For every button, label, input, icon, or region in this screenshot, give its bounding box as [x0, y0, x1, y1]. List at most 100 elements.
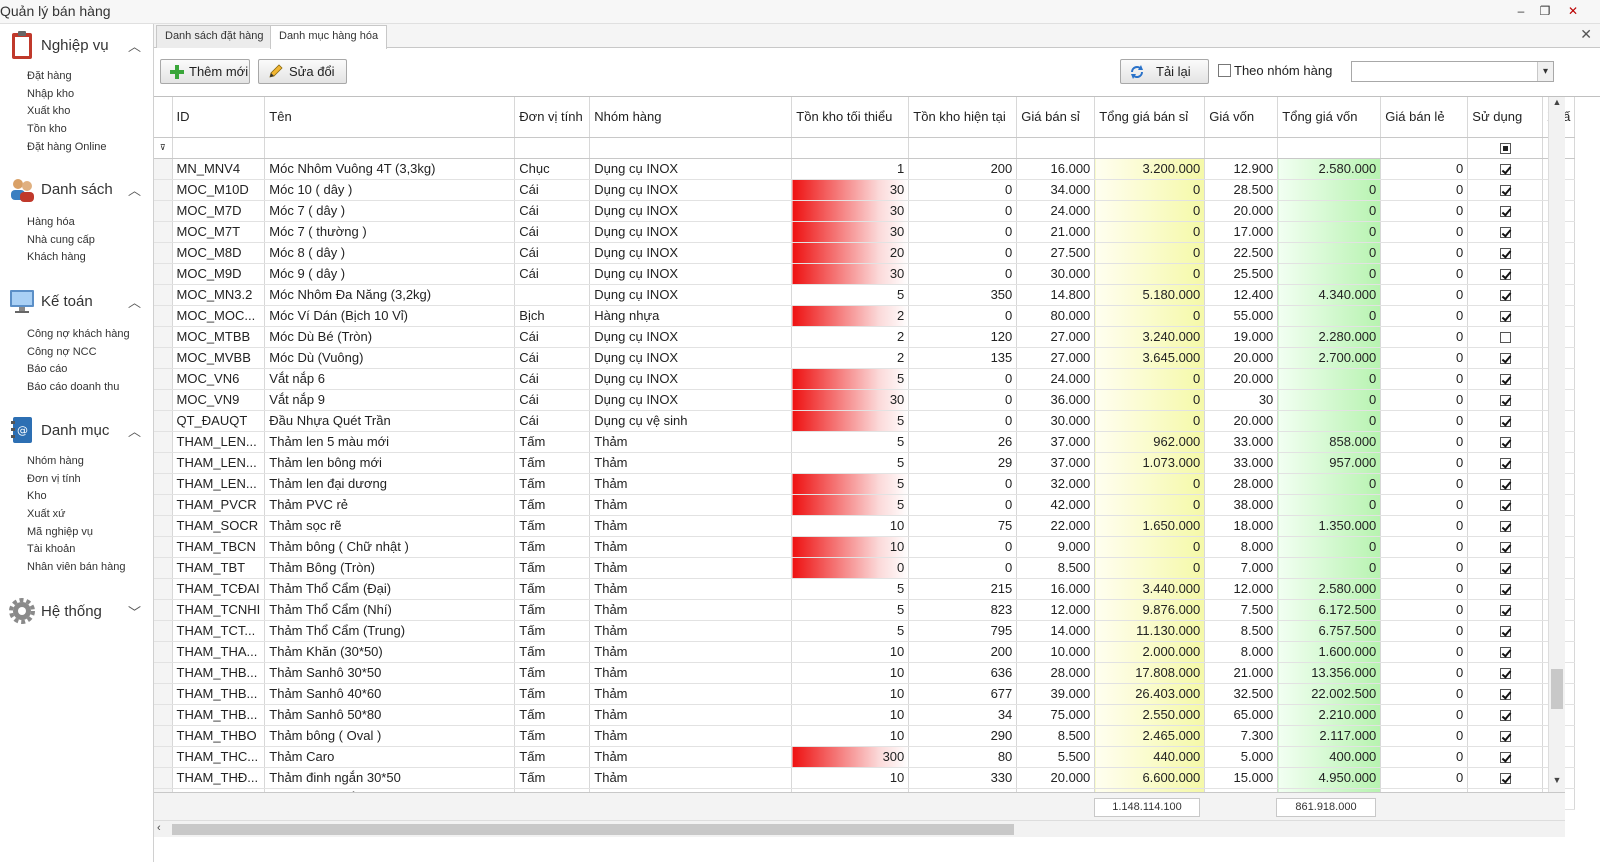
cell-in-use[interactable] [1467, 746, 1544, 768]
cell-name[interactable]: Thảm len 5 màu mới [264, 431, 516, 453]
cell-group[interactable]: Dụng cụ INOX [589, 284, 793, 306]
table-row[interactable]: THAM_TCT... Thảm Thổ Cẩm (Trung) Tấm Thảm 5 7… [154, 620, 1576, 642]
cell-current-stock[interactable]: 350 [908, 284, 1018, 306]
cell-min-stock[interactable]: 2 [791, 347, 910, 369]
cell-retail-price[interactable]: 0 [1380, 725, 1469, 747]
sidebar-item-ma-nghiep-vu[interactable]: Mã nghiệp vụ [27, 524, 154, 542]
cell-id[interactable]: THAM_THB... [172, 683, 266, 705]
cell-min-stock[interactable]: 5 [791, 284, 910, 306]
sidebar-item-xuat-kho[interactable]: Xuất kho [27, 103, 154, 121]
cell-min-stock[interactable]: 10 [791, 683, 910, 705]
cell-id[interactable]: THAM_LEN... [172, 431, 266, 453]
cell-wholesale-price[interactable]: 14.800 [1016, 284, 1096, 306]
cell-wholesale-price[interactable]: 32.000 [1016, 473, 1096, 495]
cell-group[interactable]: Thảm [589, 683, 793, 705]
cell-in-use[interactable] [1467, 725, 1544, 747]
row-indicator[interactable] [154, 494, 173, 516]
cell-in-use[interactable] [1467, 326, 1544, 348]
cell-total-cost[interactable]: 0 [1277, 368, 1382, 390]
cell-total-cost[interactable]: 22.002.500 [1277, 683, 1382, 705]
cell-total-wholesale[interactable]: 0 [1094, 473, 1206, 495]
row-indicator[interactable] [154, 662, 173, 684]
cell-retail-price[interactable]: 0 [1380, 767, 1469, 789]
cell-retail-price[interactable]: 0 [1380, 662, 1469, 684]
cell-total-wholesale[interactable]: 26.403.000 [1094, 683, 1206, 705]
row-indicator[interactable] [154, 599, 173, 621]
sidebar-item-ton-kho[interactable]: Tồn kho [27, 121, 154, 139]
filter-cell[interactable] [1277, 137, 1382, 159]
sidebar-group-header[interactable]: Danh sách ︿ [0, 172, 154, 208]
cell-name[interactable]: Thảm đinh ngắn 30*50 [264, 767, 516, 789]
row-indicator[interactable] [154, 536, 173, 558]
cell-in-use[interactable] [1467, 662, 1544, 684]
cell-total-cost[interactable]: 2.700.000 [1277, 347, 1382, 369]
cell-cost[interactable]: 12.900 [1204, 158, 1279, 180]
cell-unit[interactable]: Cái [514, 389, 591, 411]
table-row[interactable]: QT_ĐAUQT Đầu Nhựa Quét Trần Cái Dụng cụ vệ … [154, 410, 1576, 432]
cell-unit[interactable]: Tấm [514, 452, 591, 474]
sidebar-item-khach-hang[interactable]: Khách hàng [27, 249, 154, 267]
cell-wholesale-price[interactable]: 14.000 [1016, 620, 1096, 642]
cell-total-wholesale[interactable]: 0 [1094, 179, 1206, 201]
cell-total-cost[interactable]: 4.950.000 [1277, 767, 1382, 789]
cell-total-cost[interactable]: 0 [1277, 473, 1382, 495]
cell-total-wholesale[interactable]: 2.550.000 [1094, 704, 1206, 726]
cell-name[interactable]: Vắt nắp 6 [264, 368, 516, 390]
cell-total-wholesale[interactable]: 962.000 [1094, 431, 1206, 453]
row-indicator[interactable] [154, 368, 173, 390]
cell-name[interactable]: Thảm Thổ Cẩm (Trung) [264, 620, 516, 642]
cell-name[interactable]: Thảm Khăn (30*50) [264, 641, 516, 663]
cell-wholesale-price[interactable]: 37.000 [1016, 431, 1096, 453]
cell-id[interactable]: MOC_MTBB [172, 326, 266, 348]
cell-cost[interactable]: 28.500 [1204, 179, 1279, 201]
cell-in-use[interactable] [1467, 494, 1544, 516]
column-header-wholesale-price[interactable]: Giá bán sỉ [1016, 97, 1096, 138]
cell-cost[interactable]: 38.000 [1204, 494, 1279, 516]
column-header-total-wholesale[interactable]: Tổng giá bán sỉ [1094, 97, 1206, 138]
column-header-retail-price[interactable]: Giá bán lẻ [1380, 97, 1469, 138]
cell-group[interactable]: Thảm [589, 473, 793, 495]
cell-group[interactable]: Thảm [589, 620, 793, 642]
cell-group[interactable]: Dụng cụ INOX [589, 200, 793, 222]
cell-name[interactable]: Móc 8 ( dây ) [264, 242, 516, 264]
cell-id[interactable]: MOC_MVBB [172, 347, 266, 369]
cell-in-use[interactable] [1467, 284, 1544, 306]
cell-group[interactable]: Dụng cụ INOX [589, 179, 793, 201]
cell-retail-price[interactable]: 0 [1380, 557, 1469, 579]
cell-group[interactable]: Dụng cụ INOX [589, 326, 793, 348]
cell-id[interactable]: MN_MNV4 [172, 158, 266, 180]
in-use-checkbox[interactable] [1499, 184, 1511, 196]
sidebar-item-dat-hang-online[interactable]: Đặt hàng Online [27, 139, 154, 157]
cell-retail-price[interactable]: 0 [1380, 452, 1469, 474]
cell-id[interactable]: QT_ĐAUQT [172, 410, 266, 432]
cell-name[interactable]: Móc 10 ( dây ) [264, 179, 516, 201]
cell-total-cost[interactable]: 0 [1277, 263, 1382, 285]
cell-unit[interactable]: Tấm [514, 641, 591, 663]
cell-total-cost[interactable]: 0 [1277, 242, 1382, 264]
cell-retail-price[interactable]: 0 [1380, 305, 1469, 327]
cell-current-stock[interactable]: 0 [908, 179, 1018, 201]
table-row[interactable]: MOC_M8D Móc 8 ( dây ) Cái Dụng cụ INOX 20 0 27… [154, 242, 1576, 264]
cell-cost[interactable]: 5.000 [1204, 746, 1279, 768]
row-indicator[interactable] [154, 179, 173, 201]
cell-name[interactable]: Móc 7 ( dây ) [264, 200, 516, 222]
cell-group[interactable]: Thảm [589, 557, 793, 579]
cell-in-use[interactable] [1467, 368, 1544, 390]
table-row[interactable]: MOC_M7T Móc 7 ( thường ) Cái Dụng cụ INOX 30… [154, 221, 1576, 243]
cell-id[interactable]: THAM_TBCN [172, 536, 266, 558]
cell-id[interactable]: THAM_THC... [172, 746, 266, 768]
cell-wholesale-price[interactable]: 16.000 [1016, 578, 1096, 600]
cell-current-stock[interactable]: 330 [908, 767, 1018, 789]
row-indicator[interactable] [154, 221, 173, 243]
scroll-up-icon[interactable]: ▲ [1549, 97, 1565, 113]
cell-id[interactable]: THAM_THB... [172, 662, 266, 684]
cell-name[interactable]: Thảm Sanhô 50*80 [264, 704, 516, 726]
row-indicator[interactable] [154, 683, 173, 705]
cell-group[interactable]: Dụng cụ INOX [589, 263, 793, 285]
sidebar-group-header[interactable]: Kế toán ︿ [0, 284, 154, 320]
cell-min-stock[interactable]: 1 [791, 158, 910, 180]
tab-danh-muc-hang-hoa[interactable]: Danh mục hàng hóa [270, 25, 388, 49]
cell-total-cost[interactable]: 13.356.000 [1277, 662, 1382, 684]
cell-in-use[interactable] [1467, 431, 1544, 453]
cell-wholesale-price[interactable]: 16.000 [1016, 158, 1096, 180]
